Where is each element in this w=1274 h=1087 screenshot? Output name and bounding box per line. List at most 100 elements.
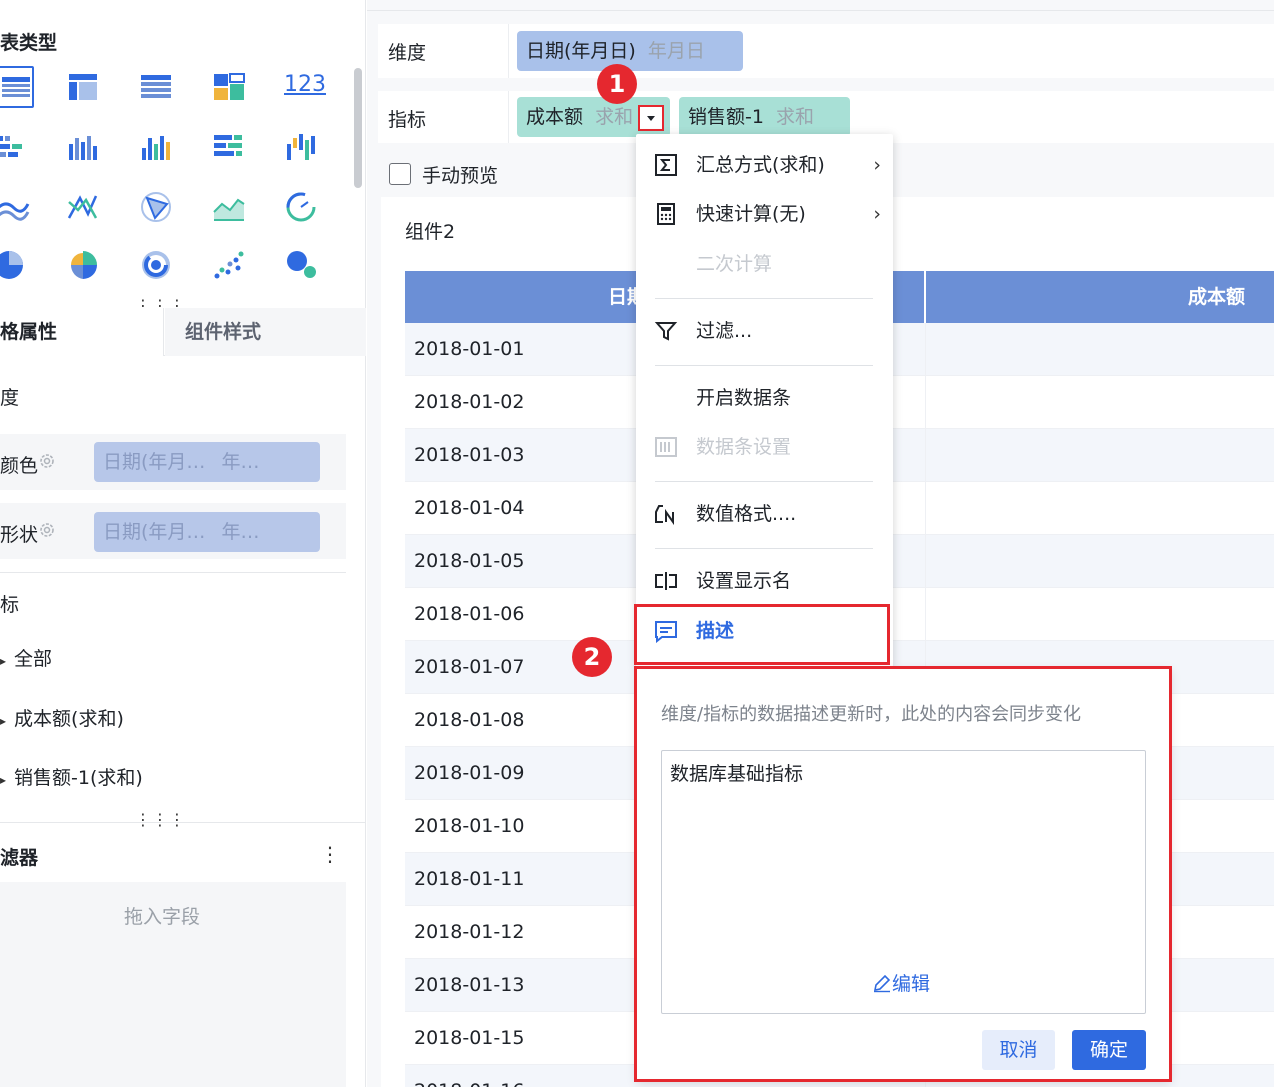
menu-item-databar-settings: 数据条设置 (636, 425, 893, 469)
date-cell: 2018-01-06 (414, 603, 525, 625)
indicator-pill-cost-name: 成本额 (526, 106, 584, 128)
app-root: 表类型 123 ⋮⋮⋮ 格属性 组件样式 度 颜色 日期(年月… 年… 形状 日… (0, 0, 1274, 1087)
chevron-right-icon: › (873, 154, 881, 176)
filter-title: 滤器 (0, 847, 39, 869)
menu-item-display-name[interactable]: 设置显示名 (636, 559, 893, 603)
grouped-bar-icon[interactable] (0, 130, 30, 164)
area-icon[interactable] (212, 190, 246, 224)
tab-component-style[interactable]: 组件样式 (165, 308, 366, 356)
left-config-panel: 表类型 123 ⋮⋮⋮ 格属性 组件样式 度 颜色 日期(年月… 年… 形状 日… (0, 0, 366, 1087)
column-divider (925, 535, 926, 588)
dimension-pill-sub: 年月日 (647, 40, 705, 62)
caret-down-icon (647, 116, 655, 121)
highlight-box-description (634, 604, 890, 665)
divider (508, 24, 509, 78)
menu-separator (655, 365, 873, 366)
menu-item-number-format[interactable]: 数值格式.... (636, 492, 893, 536)
menu-item-filter[interactable]: 过滤... (636, 309, 893, 353)
sigma-icon (655, 154, 677, 176)
dimension-label: 维度 (388, 42, 427, 64)
indicator-pill-sales-name: 销售额-1 (688, 106, 764, 128)
pie-icon[interactable] (0, 248, 26, 282)
stacked-column-icon[interactable] (66, 130, 100, 164)
bubble-icon[interactable] (284, 248, 318, 282)
date-cell: 2018-01-05 (414, 550, 525, 572)
chart-type-title: 表类型 (0, 32, 58, 54)
chart-type-scrollbar[interactable] (354, 68, 362, 188)
horizontal-bar-icon[interactable] (212, 130, 246, 164)
menu-item-enable-databar[interactable]: 开启数据条 (636, 376, 893, 420)
color-field-name: 日期(年月… (103, 451, 206, 473)
menu-item-secondary-calc: 二次计算 (696, 253, 773, 275)
indicator-item-all[interactable]: ▸ 全部 (0, 644, 52, 671)
rose-pie-icon[interactable] (66, 248, 100, 282)
indicator-item-cost[interactable]: ▸ 成本额(求和) (0, 704, 124, 731)
dashboard-table-icon[interactable] (212, 70, 246, 104)
field-context-menu: 汇总方式(求和) › 快速计算(无) › 二次计算 过滤... 开启数据条 数据… (636, 134, 893, 667)
dimension-pill[interactable]: 日期(年月日) 年月日 (517, 31, 743, 71)
scatter-icon[interactable] (212, 248, 246, 282)
menu-item-quick-calc[interactable]: 快速计算(无) › (636, 192, 893, 236)
color-label: 颜色 (0, 455, 39, 477)
divider (0, 572, 346, 573)
star-radar-icon[interactable] (139, 190, 173, 224)
manual-preview-checkbox[interactable] (389, 163, 411, 185)
column-divider (924, 271, 926, 323)
property-tabs: 格属性 组件样式 (0, 308, 366, 356)
resize-handle-bottom[interactable]: ⋮⋮⋮ (135, 810, 186, 829)
more-options-icon[interactable]: ⋮ (320, 842, 340, 866)
color-field-pill[interactable]: 日期(年月… 年… (94, 442, 320, 482)
manual-preview-label: 手动预览 (422, 165, 499, 187)
gear-icon[interactable] (38, 521, 56, 539)
rename-icon (655, 572, 677, 590)
date-cell: 2018-01-03 (414, 444, 525, 466)
menu-item-summary[interactable]: 汇总方式(求和) › (636, 143, 893, 187)
ring-icon[interactable] (139, 248, 173, 282)
dimension-pill-name: 日期(年月日) (526, 40, 636, 62)
date-cell: 2018-01-07 (414, 656, 525, 678)
divider (508, 91, 509, 143)
number-format-icon (655, 505, 674, 526)
column-divider (925, 588, 926, 641)
indicator-pill-sales-sub: 求和 (776, 106, 815, 128)
tab-properties[interactable]: 格属性 (0, 308, 164, 356)
menu-separator (655, 548, 873, 549)
area-line-icon[interactable] (0, 190, 30, 224)
date-cell: 2018-01-15 (414, 1027, 525, 1049)
column-icon[interactable] (139, 130, 173, 164)
filter-placeholder: 拖入字段 (124, 906, 201, 928)
menu-separator (655, 481, 873, 482)
date-cell: 2018-01-16 (414, 1065, 524, 1087)
gauge-icon[interactable] (284, 190, 318, 224)
dimension-bar (378, 24, 1274, 78)
table-icon[interactable] (0, 66, 34, 108)
component-title: 组件2 (405, 221, 456, 243)
kpi-number-icon[interactable]: 123 (284, 68, 326, 102)
column-divider (925, 429, 926, 482)
shape-label: 形状 (0, 524, 39, 546)
radar-icon[interactable] (66, 190, 100, 224)
shape-field-pill[interactable]: 日期(年月… 年… (94, 512, 320, 552)
indicator-section-label: 标 (0, 594, 20, 616)
top-border (367, 10, 1274, 11)
funnel-icon (654, 322, 678, 341)
databar-icon (655, 437, 677, 457)
shape-field-sub: 年… (221, 521, 260, 543)
date-cell: 2018-01-12 (414, 921, 525, 943)
kpi-number-label: 123 (284, 72, 326, 97)
column-header-cost[interactable]: 成本额 (1188, 271, 1245, 323)
column-divider (925, 482, 926, 535)
date-cell: 2018-01-11 (414, 868, 525, 890)
date-cell: 2018-01-08 (414, 709, 525, 731)
chevron-right-icon: › (873, 203, 881, 225)
cross-table-icon[interactable] (66, 70, 100, 104)
gear-icon[interactable] (38, 452, 56, 470)
column-divider (925, 376, 926, 429)
indicator-item-sales[interactable]: ▸ 销售额-1(求和) (0, 763, 143, 790)
indicator-pill-sales[interactable]: 销售额-1 求和 (679, 97, 850, 137)
step-badge-1: 1 (597, 64, 637, 104)
multi-column-icon[interactable] (284, 130, 318, 164)
pill-dropdown-button[interactable] (638, 105, 664, 131)
column-divider (925, 323, 926, 376)
detail-table-icon[interactable] (139, 70, 173, 104)
